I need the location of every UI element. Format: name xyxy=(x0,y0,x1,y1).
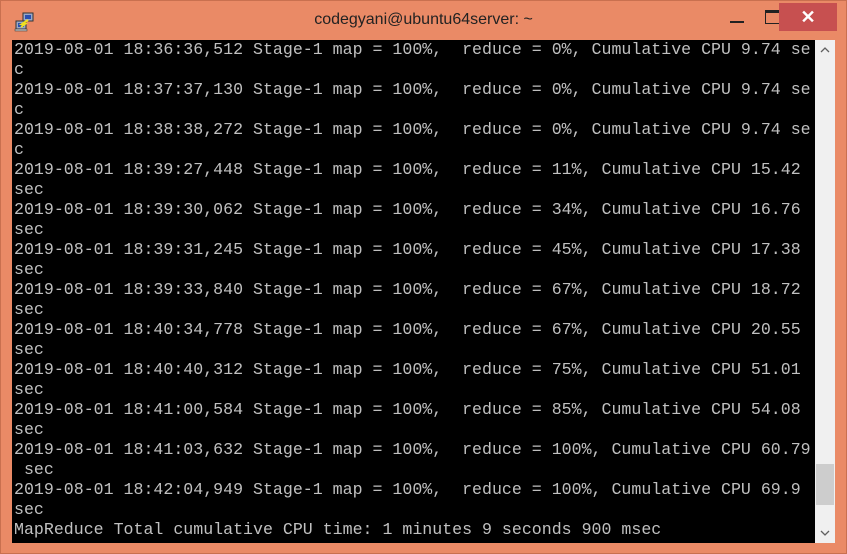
terminal-line: 2019-08-01 18:39:30,062 Stage-1 map = 10… xyxy=(14,200,801,219)
scroll-up-button[interactable] xyxy=(815,40,835,60)
terminal-output[interactable]: 2019-08-01 18:36:36,512 Stage-1 map = 10… xyxy=(12,40,815,543)
terminal-line: sec xyxy=(14,460,54,479)
terminal-line: 2019-08-01 18:39:33,840 Stage-1 map = 10… xyxy=(14,280,801,299)
terminal-line: sec xyxy=(14,420,44,439)
terminal-line: MapReduce Total cumulative CPU time: 1 m… xyxy=(14,520,662,539)
terminal-line: sec xyxy=(14,180,44,199)
minimize-icon xyxy=(730,21,744,23)
terminal-line: 2019-08-01 18:37:37,130 Stage-1 map = 10… xyxy=(14,80,811,99)
terminal-line: c xyxy=(14,100,24,119)
close-icon: ✕ xyxy=(800,7,816,27)
terminal-line: sec xyxy=(14,220,44,239)
terminal-line: sec xyxy=(14,260,44,279)
terminal-line: 2019-08-01 18:39:27,448 Stage-1 map = 10… xyxy=(14,160,801,179)
terminal-line: c xyxy=(14,60,24,79)
terminal-line: sec xyxy=(14,380,44,399)
scroll-down-button[interactable] xyxy=(815,523,835,543)
vertical-scrollbar[interactable] xyxy=(815,40,835,543)
chevron-down-icon xyxy=(820,527,830,539)
terminal-line: 2019-08-01 18:40:40,312 Stage-1 map = 10… xyxy=(14,360,801,379)
terminal-line: 2019-08-01 18:36:36,512 Stage-1 map = 10… xyxy=(14,40,811,59)
terminal-line: 2019-08-01 18:38:38,272 Stage-1 map = 10… xyxy=(14,120,811,139)
terminal-line: sec xyxy=(14,500,44,519)
maximize-icon xyxy=(764,10,780,24)
terminal-line: 2019-08-01 18:40:34,778 Stage-1 map = 10… xyxy=(14,320,801,339)
title-bar[interactable]: codegyani@ubuntu64server: ~ ✕ xyxy=(1,1,846,41)
terminal-line: c xyxy=(14,140,24,159)
terminal-line: sec xyxy=(14,300,44,319)
terminal-line: sec xyxy=(14,340,44,359)
terminal-lines: 2019-08-01 18:36:36,512 Stage-1 map = 10… xyxy=(12,40,815,540)
terminal-line: 2019-08-01 18:39:31,245 Stage-1 map = 10… xyxy=(14,240,801,259)
terminal-line: 2019-08-01 18:41:03,632 Stage-1 map = 10… xyxy=(14,440,811,459)
terminal-line: 2019-08-01 18:41:00,584 Stage-1 map = 10… xyxy=(14,400,801,419)
chevron-up-icon xyxy=(820,44,830,56)
close-button[interactable]: ✕ xyxy=(779,3,837,31)
terminal-window: codegyani@ubuntu64server: ~ ✕ 2019-08-01… xyxy=(0,0,847,554)
terminal-line: 2019-08-01 18:42:04,949 Stage-1 map = 10… xyxy=(14,480,801,499)
scrollbar-thumb[interactable] xyxy=(816,464,834,505)
